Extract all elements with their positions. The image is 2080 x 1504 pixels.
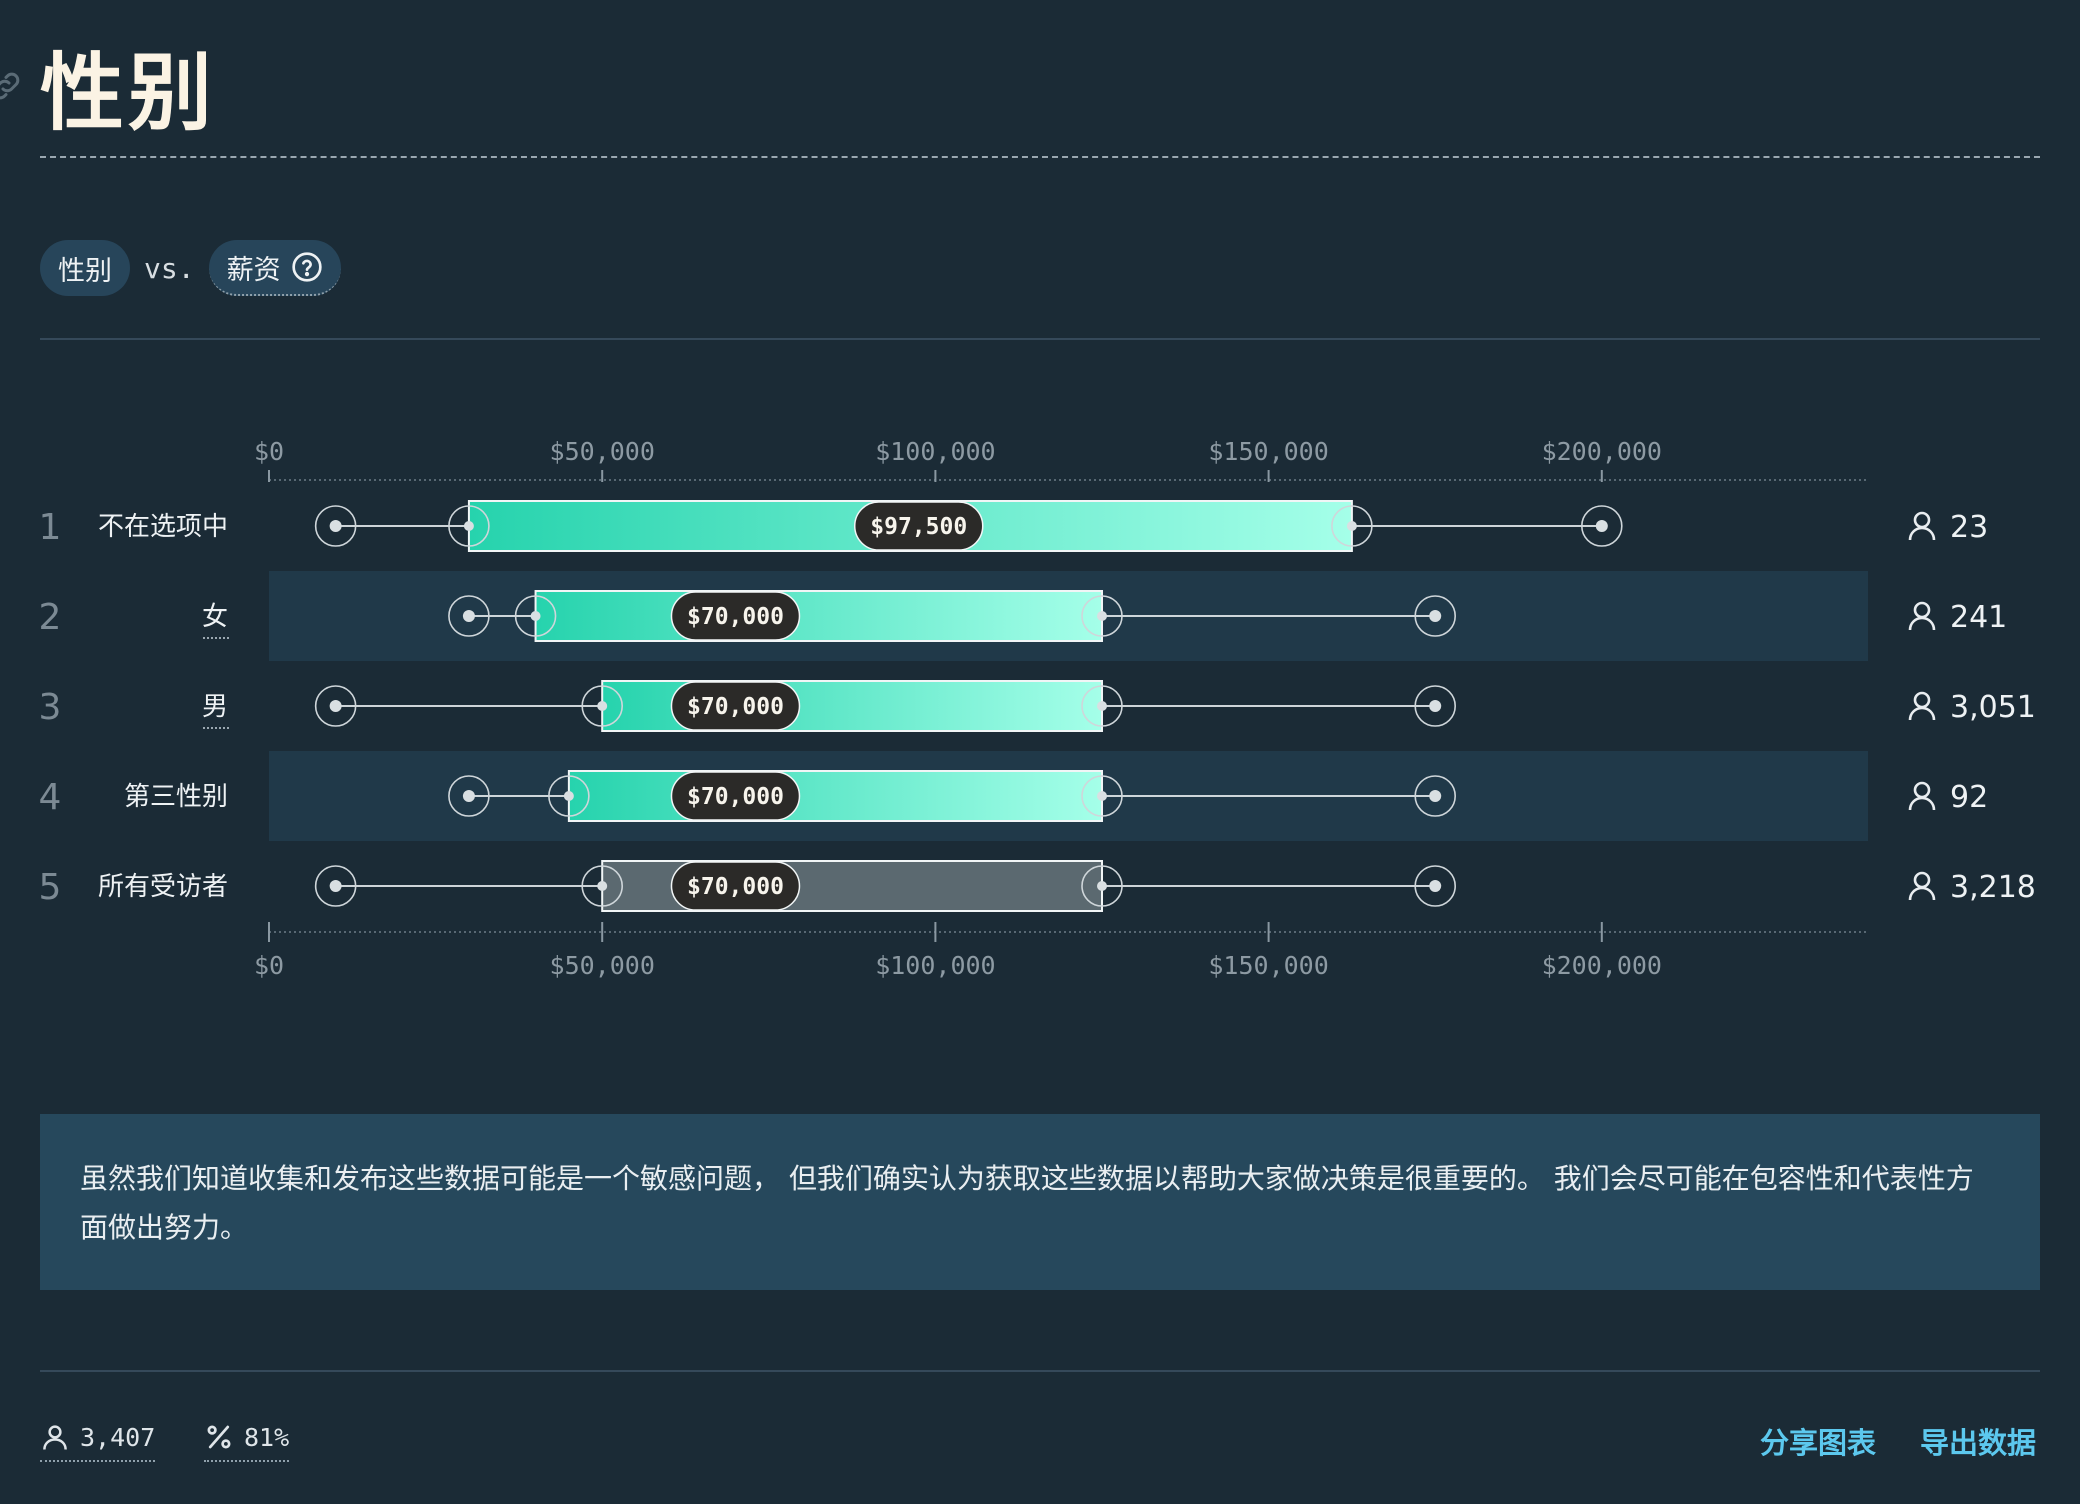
quartile-dot (597, 881, 608, 891)
iqr-box (534, 590, 1103, 642)
link-icon[interactable] (0, 68, 24, 104)
whisker-end-dot (329, 520, 342, 532)
median-label: $70,000 (687, 604, 784, 630)
export-data-link[interactable]: 导出数据 (1920, 1420, 2036, 1462)
row-rank: 2 (39, 597, 62, 638)
boxplot-row: 3 男 $70,000 3,051 (39, 680, 2036, 732)
quartile-dot (1346, 521, 1357, 531)
median-label: $97,500 (870, 514, 967, 540)
salary-boxplot-chart: $0 $50,000 $100,000 $150,000 $200,000 $0 $50,0… (39, 437, 2036, 980)
row-count: 3,051 (1950, 690, 2036, 725)
row-count: 241 (1950, 600, 2007, 635)
x-tick-label: $0 (254, 437, 284, 466)
row-count: 92 (1950, 780, 1988, 815)
row-label: 男 (202, 692, 228, 722)
section-divider (40, 338, 2040, 340)
x-tick-label: $150,000 (1208, 951, 1328, 980)
whisker-end-dot (462, 790, 475, 802)
vs-label: vs. (144, 251, 195, 285)
respondents-count[interactable]: 3,407 (40, 1418, 156, 1462)
percent-icon (207, 1425, 231, 1449)
x-tick-label: $100,000 (875, 951, 995, 980)
page-title: 性别 (40, 44, 217, 142)
quartile-dot (563, 791, 574, 801)
person-icon (1908, 511, 1936, 541)
x-tick-label: $50,000 (550, 951, 655, 980)
boxplot-row: 1 不在选项中 $97,500 23 (39, 500, 1988, 552)
quartile-dot (1097, 881, 1107, 891)
person-icon (1908, 691, 1936, 721)
x-tick-label: $200,000 (1542, 951, 1662, 980)
share-chart-link[interactable]: 分享图表 (1760, 1420, 1876, 1462)
whisker-end-dot (462, 610, 475, 622)
median-label: $70,000 (687, 694, 784, 720)
iqr-box (567, 770, 1103, 822)
row-count: 23 (1950, 510, 1988, 545)
whisker-end-dot (1429, 700, 1442, 712)
title-divider (40, 156, 2040, 158)
x-tick-label: $200,000 (1542, 437, 1662, 466)
row-label: 第三性别 (124, 782, 228, 812)
footer-divider (40, 1370, 2040, 1372)
median-label: $70,000 (687, 784, 784, 810)
person-icon (1908, 601, 1936, 631)
row-rank: 5 (39, 867, 62, 908)
quartile-dot (597, 701, 608, 711)
whisker-end-dot (1429, 790, 1442, 802)
response-rate-value: 81% (244, 1422, 290, 1452)
filter-pill-gender[interactable]: 性别 (40, 240, 130, 296)
median-label: $70,000 (687, 874, 784, 900)
person-icon (1908, 871, 1936, 901)
quartile-dot (463, 521, 474, 531)
quartile-dot (1097, 701, 1107, 711)
whisker-end-dot (329, 880, 342, 892)
boxplot-row: 5 所有受访者 $70,000 3,218 (39, 860, 2036, 912)
comparison-filter: 性别 vs. 薪资 (40, 240, 341, 296)
row-label: 女 (202, 602, 228, 632)
row-count: 3,218 (1950, 870, 2036, 905)
x-tick-label: $150,000 (1208, 437, 1328, 466)
row-rank: 3 (39, 687, 62, 728)
filter-pill-salary[interactable]: 薪资 (208, 240, 341, 296)
response-rate[interactable]: 81% (204, 1418, 290, 1462)
row-label: 所有受访者 (98, 872, 228, 902)
x-tick-label: $0 (254, 951, 284, 980)
x-tick-label: $50,000 (550, 437, 655, 466)
whisker-end-dot (1429, 610, 1442, 622)
person-icon (1908, 781, 1936, 811)
quartile-dot (1097, 791, 1107, 801)
row-label: 不在选项中 (98, 512, 228, 542)
quartile-dot (1097, 611, 1107, 621)
row-rank: 1 (39, 507, 62, 548)
respondents-value: 3,407 (80, 1422, 156, 1452)
filter-pill-salary-label: 薪资 (226, 254, 281, 286)
privacy-note: 虽然我们知道收集和发布这些数据可能是一个敏感问题， 但我们确实认为获取这些数据以… (40, 1114, 2040, 1290)
privacy-note-text: 虽然我们知道收集和发布这些数据可能是一个敏感问题， 但我们确实认为获取这些数据以… (80, 1162, 1974, 1244)
quartile-dot (530, 611, 541, 621)
whisker-end-dot (1595, 520, 1608, 532)
whisker-end-dot (329, 700, 342, 712)
whisker-end-dot (1429, 880, 1442, 892)
question-circle-icon[interactable] (291, 251, 323, 283)
row-rank: 4 (39, 777, 62, 818)
person-icon (43, 1425, 67, 1450)
x-tick-label: $100,000 (875, 437, 995, 466)
